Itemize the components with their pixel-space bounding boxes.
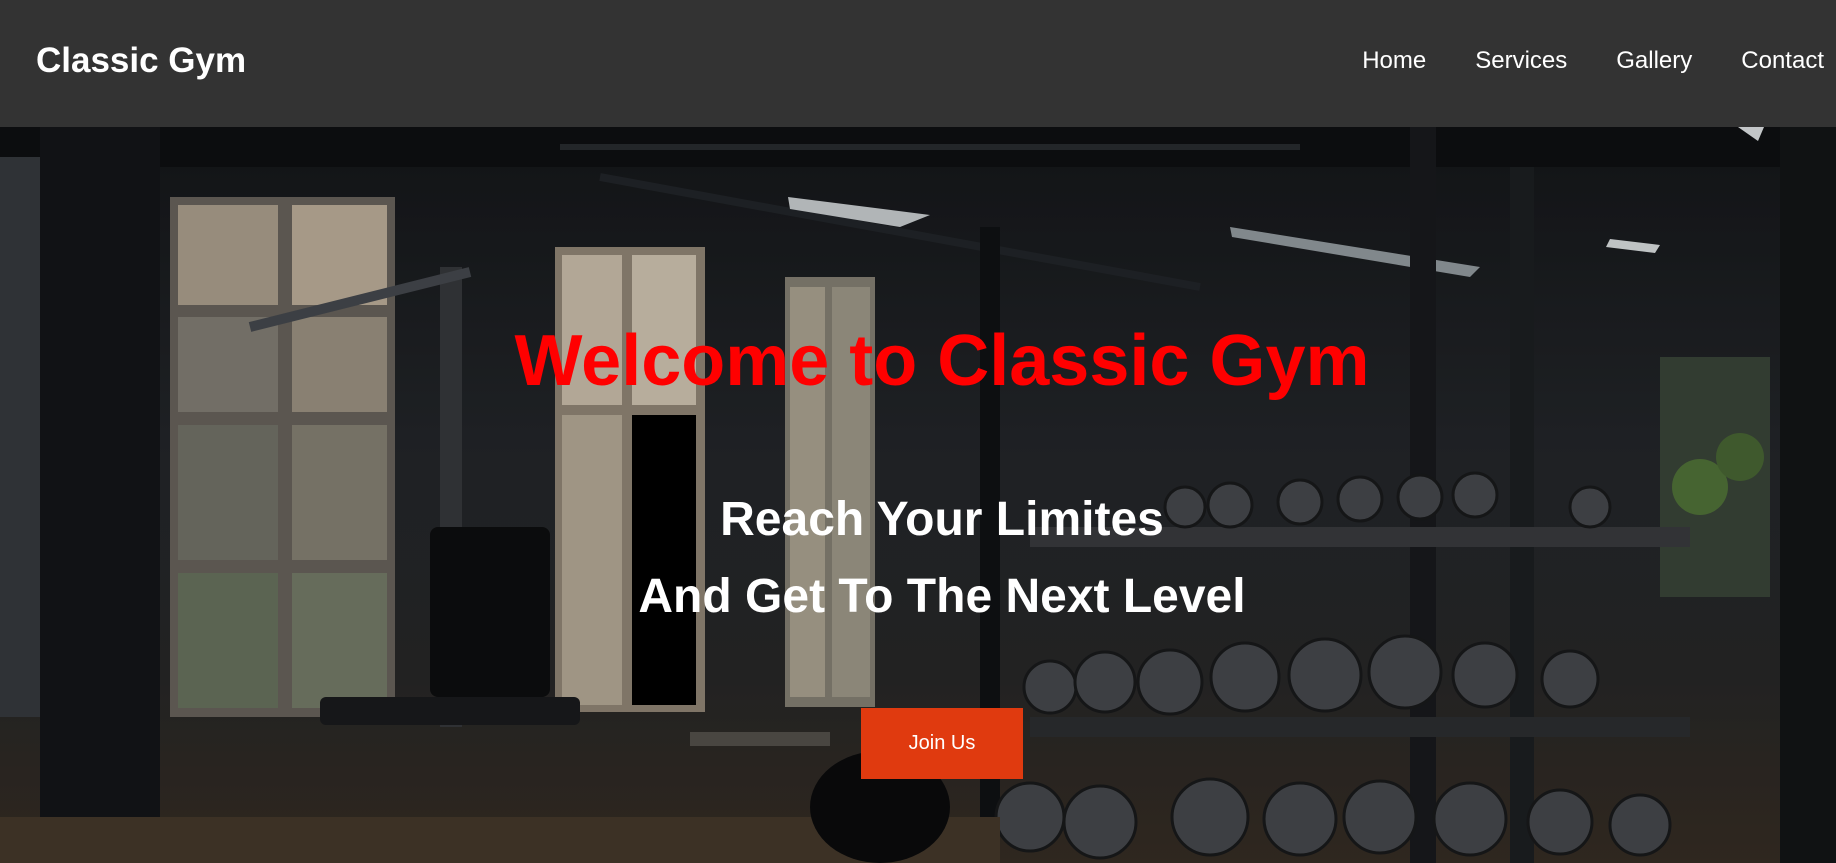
hero-content: Welcome to Classic Gym Reach Your Limite… <box>0 127 1836 863</box>
hero-tagline-line1: Reach Your Limites <box>720 493 1164 546</box>
nav-link-home[interactable]: Home <box>1362 47 1426 75</box>
nav-link-services[interactable]: Services <box>1475 47 1567 75</box>
navbar: Classic Gym Home Services Gallery Contac… <box>0 0 1836 127</box>
nav-link-contact[interactable]: Contact <box>1741 47 1824 75</box>
nav-link-gallery[interactable]: Gallery <box>1616 47 1692 75</box>
nav-menu: Home Services Gallery Contact <box>1313 47 1824 75</box>
join-us-button[interactable]: Join Us <box>861 708 1023 779</box>
brand-logo[interactable]: Classic Gym <box>36 41 246 81</box>
hero-section: Welcome to Classic Gym Reach Your Limite… <box>0 127 1836 863</box>
hero-tagline-line2: And Get To The Next Level <box>638 570 1246 623</box>
hero-title: Welcome to Classic Gym <box>514 321 1370 401</box>
